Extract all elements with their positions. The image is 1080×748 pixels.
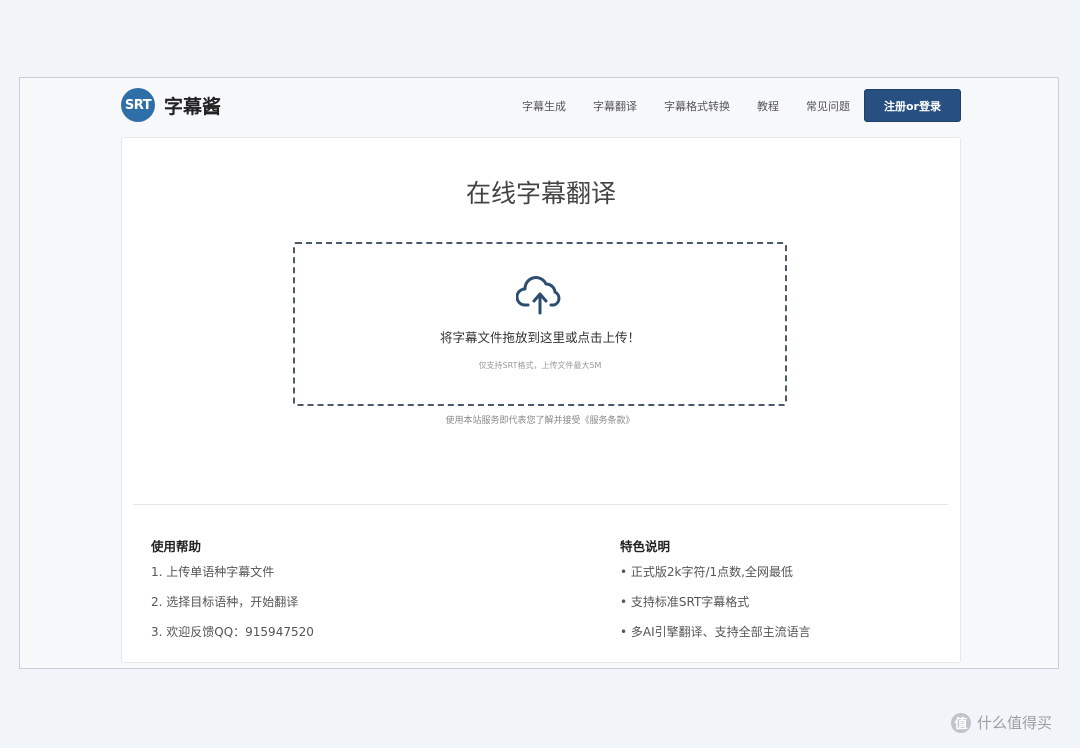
nav-subtitle-generate[interactable]: 字幕生成 bbox=[522, 98, 566, 114]
upload-dropzone[interactable] bbox=[293, 242, 787, 406]
help-item: 3. 欢迎反馈QQ：915947520 bbox=[151, 625, 314, 639]
register-login-button[interactable]: 注册or登录 bbox=[864, 89, 961, 122]
cloud-upload-icon bbox=[516, 276, 561, 315]
upload-instruction: 将字幕文件拖放到这里或点击上传！ bbox=[439, 330, 640, 345]
feature-item: • 正式版2k字符/1点数,全网最低 bbox=[620, 565, 793, 579]
help-title: 使用帮助 bbox=[151, 539, 202, 554]
watermark-text: 什么值得买 bbox=[977, 714, 1053, 732]
watermark-badge: 值 bbox=[951, 712, 971, 733]
nav-tutorial[interactable]: 教程 bbox=[757, 98, 779, 114]
logo-badge[interactable]: SRT bbox=[121, 88, 155, 122]
feature-item: • 支持标准SRT字幕格式 bbox=[620, 595, 750, 609]
feature-item: • 多AI引擎翻译、支持全部主流语言 bbox=[620, 625, 811, 639]
nav-faq[interactable]: 常见问题 bbox=[806, 98, 850, 114]
help-item: 1. 上传单语种字幕文件 bbox=[151, 565, 275, 579]
nav-subtitle-translate[interactable]: 字幕翻译 bbox=[593, 98, 637, 114]
nav-format-convert[interactable]: 字幕格式转换 bbox=[664, 98, 730, 114]
help-item: 2. 选择目标语种，开始翻译 bbox=[151, 595, 299, 609]
divider bbox=[133, 504, 948, 505]
watermark: 值 什么值得买 bbox=[951, 712, 1052, 733]
features-title: 特色说明 bbox=[620, 539, 671, 554]
upload-hint: 仅支持SRT格式，上传文件最大5M bbox=[478, 361, 602, 370]
terms-notice[interactable]: 使用本站服务即代表您了解并接受《服务条款》 bbox=[293, 413, 787, 426]
page-title: 在线字幕翻译 bbox=[465, 179, 616, 208]
logo-text[interactable]: 字幕酱 bbox=[164, 92, 221, 119]
